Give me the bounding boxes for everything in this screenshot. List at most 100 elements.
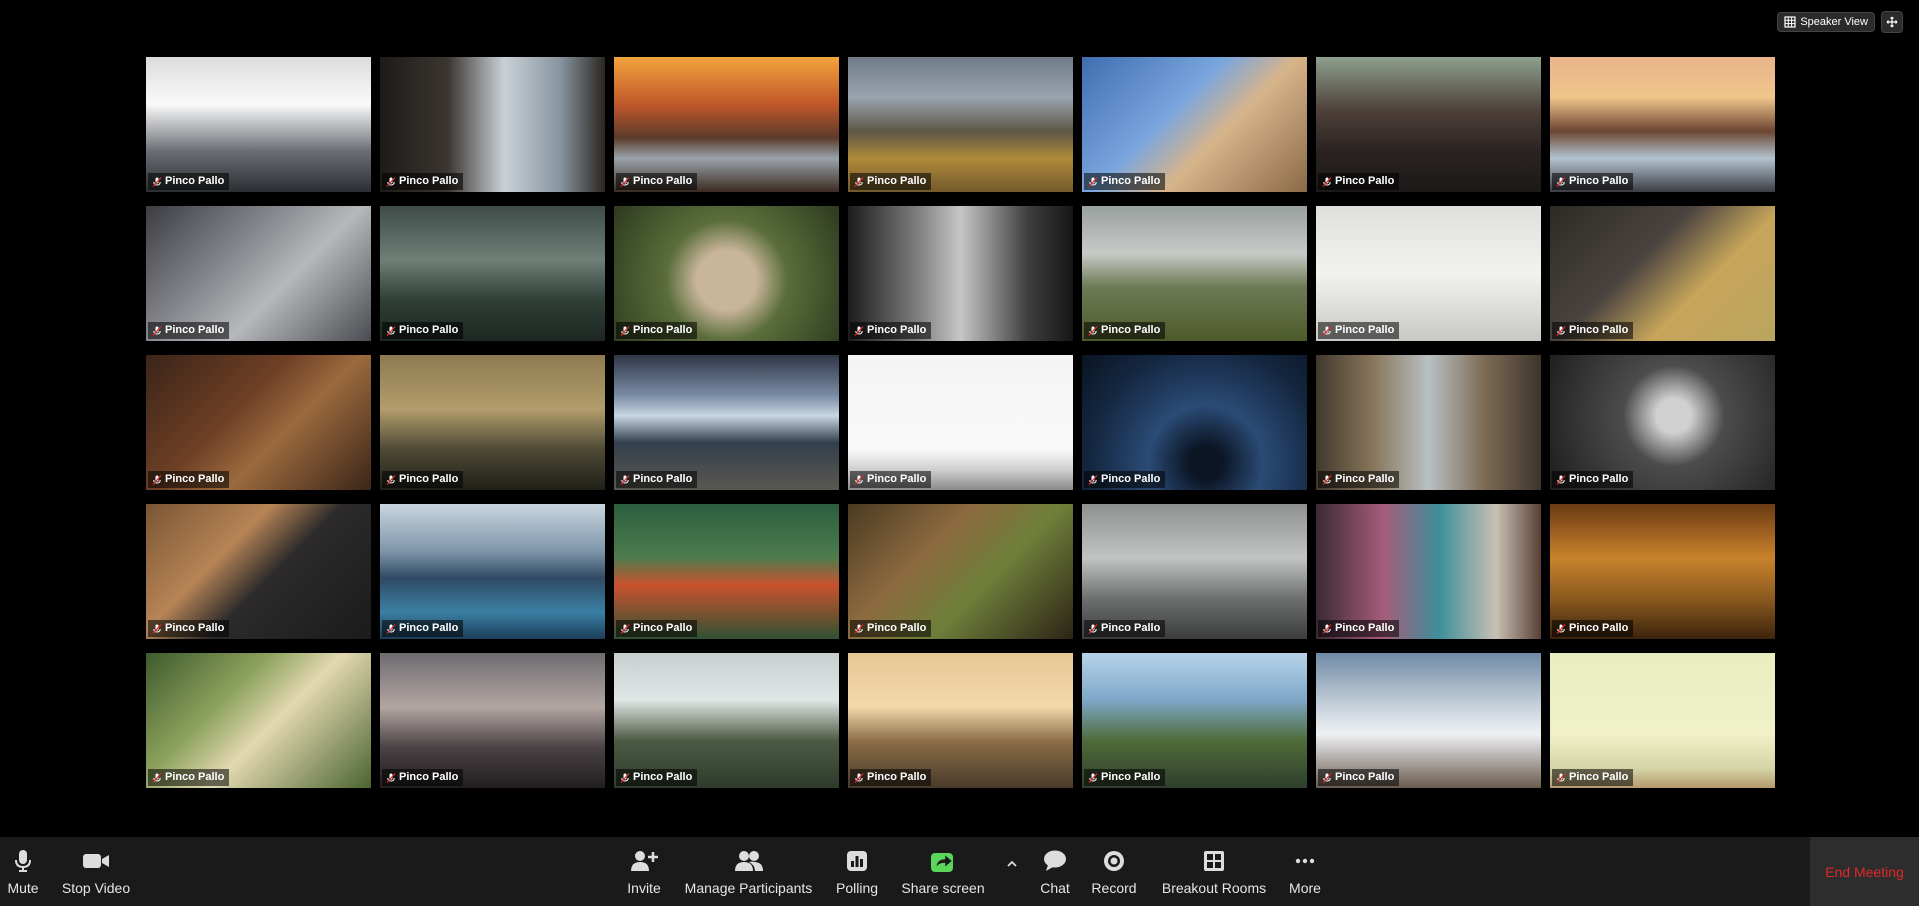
video-camera-icon — [83, 854, 109, 868]
participant-name-tag: Pinco Pallo — [616, 322, 698, 339]
participant-name: Pinco Pallo — [633, 622, 693, 634]
speaker-view-button[interactable]: Speaker View — [1777, 12, 1875, 32]
video-feed — [146, 653, 371, 788]
participant-name-tag: Pinco Pallo — [1552, 173, 1634, 190]
video-tile[interactable]: Pinco Pallo — [848, 504, 1073, 639]
muted-microphone-icon — [854, 325, 864, 336]
video-feed — [1316, 206, 1541, 341]
video-feed — [380, 355, 605, 490]
record-button[interactable]: Record — [1089, 837, 1139, 906]
muted-microphone-icon — [620, 325, 630, 336]
participant-name-tag: Pinco Pallo — [1084, 471, 1166, 488]
video-feed — [1550, 504, 1775, 639]
video-tile[interactable]: Pinco Pallo — [614, 57, 839, 192]
more-button[interactable]: More — [1286, 837, 1324, 906]
breakout-rooms-button[interactable]: Breakout Rooms — [1159, 837, 1269, 906]
video-tile[interactable]: Pinco Pallo — [146, 57, 371, 192]
participant-name-tag: Pinco Pallo — [616, 769, 698, 786]
participant-name: Pinco Pallo — [1569, 473, 1629, 485]
video-tile[interactable]: Pinco Pallo — [1082, 57, 1307, 192]
video-tile[interactable]: Pinco Pallo — [848, 355, 1073, 490]
participant-name: Pinco Pallo — [1101, 324, 1161, 336]
video-tile[interactable]: Pinco Pallo — [614, 355, 839, 490]
video-tile[interactable]: Pinco Pallo — [1316, 504, 1541, 639]
share-screen-button[interactable]: Share screen — [898, 837, 988, 906]
record-label: Record — [1091, 880, 1137, 896]
muted-microphone-icon — [152, 325, 162, 336]
record-icon — [1104, 851, 1124, 871]
video-tile[interactable]: Pinco Pallo — [146, 355, 371, 490]
participant-name-tag: Pinco Pallo — [616, 620, 698, 637]
video-feed — [1316, 653, 1541, 788]
participant-name-tag: Pinco Pallo — [616, 173, 698, 190]
video-feed — [614, 206, 839, 341]
meeting-toolbar: Mute Stop Video Invite Manage Participan… — [0, 837, 1919, 906]
video-tile[interactable]: Pinco Pallo — [380, 653, 605, 788]
video-tile[interactable]: Pinco Pallo — [1550, 206, 1775, 341]
video-feed — [1082, 57, 1307, 192]
muted-microphone-icon — [1322, 623, 1332, 634]
video-tile[interactable]: Pinco Pallo — [1550, 355, 1775, 490]
invite-label: Invite — [627, 880, 661, 896]
participant-name-tag: Pinco Pallo — [1318, 471, 1400, 488]
video-tile[interactable]: Pinco Pallo — [1316, 57, 1541, 192]
video-tile[interactable]: Pinco Pallo — [146, 653, 371, 788]
video-tile[interactable]: Pinco Pallo — [848, 206, 1073, 341]
video-tile[interactable]: Pinco Pallo — [1550, 57, 1775, 192]
participant-name-tag: Pinco Pallo — [382, 769, 464, 786]
video-tile[interactable]: Pinco Pallo — [380, 206, 605, 341]
video-feed — [146, 57, 371, 192]
video-tile[interactable]: Pinco Pallo — [1082, 355, 1307, 490]
fullscreen-button[interactable] — [1881, 11, 1903, 33]
participants-icon — [734, 851, 763, 871]
participant-name-tag: Pinco Pallo — [382, 322, 464, 339]
video-tile[interactable]: Pinco Pallo — [614, 206, 839, 341]
participant-name: Pinco Pallo — [1335, 175, 1395, 187]
participant-name: Pinco Pallo — [1569, 771, 1629, 783]
view-controls: Speaker View — [1777, 11, 1903, 33]
invite-button[interactable]: Invite — [623, 837, 665, 906]
participant-name-tag: Pinco Pallo — [1084, 620, 1166, 637]
video-tile[interactable]: Pinco Pallo — [380, 57, 605, 192]
video-tile[interactable]: Pinco Pallo — [1316, 355, 1541, 490]
participant-name: Pinco Pallo — [1569, 175, 1629, 187]
participant-name-tag: Pinco Pallo — [1318, 322, 1400, 339]
chevron-up-icon[interactable] — [1005, 857, 1019, 871]
muted-microphone-icon — [1322, 474, 1332, 485]
video-tile[interactable]: Pinco Pallo — [380, 504, 605, 639]
video-tile[interactable]: Pinco Pallo — [614, 653, 839, 788]
stop-video-button[interactable]: Stop Video — [58, 837, 134, 906]
mute-button[interactable]: Mute — [4, 837, 42, 906]
video-feed — [614, 653, 839, 788]
video-tile[interactable]: Pinco Pallo — [1082, 504, 1307, 639]
muted-microphone-icon — [1088, 623, 1098, 634]
polling-label: Polling — [835, 880, 879, 896]
video-tile[interactable]: Pinco Pallo — [1316, 206, 1541, 341]
end-meeting-label: End Meeting — [1825, 863, 1904, 880]
video-tile[interactable]: Pinco Pallo — [1550, 504, 1775, 639]
video-tile[interactable]: Pinco Pallo — [1550, 653, 1775, 788]
participant-name-tag: Pinco Pallo — [850, 173, 932, 190]
video-tile[interactable]: Pinco Pallo — [380, 355, 605, 490]
participant-name-tag: Pinco Pallo — [148, 620, 230, 637]
manage-participants-button[interactable]: Manage Participants — [680, 837, 817, 906]
participant-name: Pinco Pallo — [1101, 175, 1161, 187]
video-tile[interactable]: Pinco Pallo — [848, 653, 1073, 788]
muted-microphone-icon — [386, 325, 396, 336]
video-tile[interactable]: Pinco Pallo — [146, 504, 371, 639]
video-tile[interactable]: Pinco Pallo — [1316, 653, 1541, 788]
video-tile[interactable]: Pinco Pallo — [614, 504, 839, 639]
participant-name: Pinco Pallo — [165, 324, 225, 336]
end-meeting-button[interactable]: End Meeting — [1810, 837, 1919, 906]
video-feed — [1550, 355, 1775, 490]
video-tile[interactable]: Pinco Pallo — [146, 206, 371, 341]
participant-name: Pinco Pallo — [165, 473, 225, 485]
chat-button[interactable]: Chat — [1038, 837, 1072, 906]
polling-button[interactable]: Polling — [833, 837, 881, 906]
video-tile[interactable]: Pinco Pallo — [1082, 653, 1307, 788]
video-tile[interactable]: Pinco Pallo — [1082, 206, 1307, 341]
video-tile[interactable]: Pinco Pallo — [848, 57, 1073, 192]
participant-name-tag: Pinco Pallo — [1318, 620, 1400, 637]
participant-name: Pinco Pallo — [867, 622, 927, 634]
muted-microphone-icon — [386, 772, 396, 783]
